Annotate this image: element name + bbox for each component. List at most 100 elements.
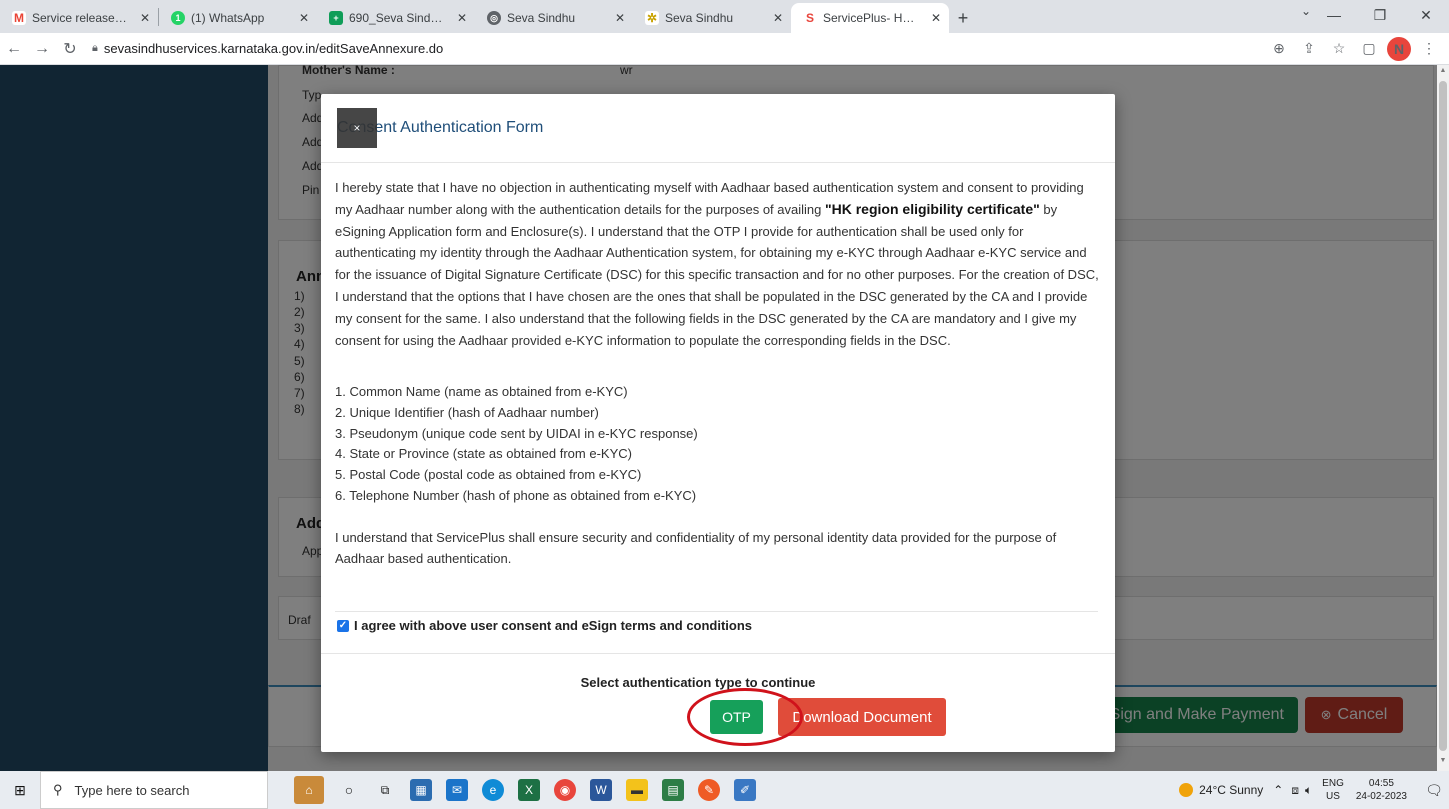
gmail-icon: M [12,11,26,25]
browser-tab-whatsapp[interactable]: 1 (1) WhatsApp ✕ [159,3,317,33]
windows-start-icon[interactable]: ⊞ [0,771,40,809]
word-icon[interactable]: W [590,779,612,801]
language-indicator[interactable]: ENG US [1322,777,1344,803]
clock-date: 24-02-2023 [1355,791,1407,802]
snip-icon[interactable]: ✎ [698,779,720,801]
sheets-icon: + [329,11,343,25]
tray-chevron-icon[interactable]: ⌃ [1273,783,1283,797]
taskbar-clock[interactable]: 04:55 24-02-2023 [1356,777,1407,803]
window-controls: — ❐ ✕ [1311,0,1449,30]
browser-tab-bar: M Service released for testing - ✕ 1 (1)… [0,0,1449,33]
browser-tab-seva-sindhu-2[interactable]: ✲ Seva Sindhu ✕ [633,3,791,33]
network-icon[interactable]: ⧈ [1291,783,1299,798]
chevron-down-icon[interactable]: ⌄ [1301,4,1311,18]
consent-paragraph: I hereby state that I have no objection … [335,177,1099,351]
volume-icon[interactable]: 🔈︎ [1305,783,1312,798]
more-menu-icon[interactable]: ⋮ [1417,37,1441,61]
browser-tab-service-list[interactable]: + 690_Seva Sindhu-Service List ✕ [317,3,475,33]
close-window-icon[interactable]: ✕ [1403,0,1449,30]
lang-top: ENG [1322,778,1344,789]
list-item: 3. Pseudonym (unique code sent by UIDAI … [335,425,698,441]
download-document-button[interactable]: Download Document [778,698,946,736]
restore-icon[interactable]: ❐ [1357,0,1403,30]
tab-title: Seva Sindhu [507,11,576,25]
consent-service-name: "HK region eligibility certificate" [824,200,1040,217]
pen-app-icon[interactable]: ✐ [734,779,756,801]
excel-icon[interactable]: X [518,779,540,801]
list-item: 6. Telephone Number (hash of phone as ob… [335,487,697,503]
tab-title: Service released for testing - [32,11,130,25]
scroll-down-icon[interactable]: ▼ [1439,757,1447,769]
weather-text[interactable]: 24°C Sunny [1199,783,1263,797]
close-icon[interactable]: ✕ [931,11,941,25]
divider [335,611,1098,612]
search-icon: ⚲ [53,782,63,797]
agree-checkbox[interactable]: ✓ [337,619,349,632]
otp-highlight-annotation [687,688,803,746]
new-tab-button[interactable]: + [949,3,977,33]
close-button[interactable]: × [337,108,377,148]
whatsapp-icon: 1 [171,11,185,25]
system-tray: 24°C Sunny ⌃ ⧈ 🔈︎ ENG US 04:55 24-02-202… [1179,771,1449,809]
close-icon[interactable]: ✕ [457,11,467,25]
taskbar-search-input[interactable]: ⚲ Type here to search [40,771,268,809]
close-icon[interactable]: ✕ [140,11,150,25]
close-icon[interactable]: ✕ [615,11,625,25]
cortana-icon[interactable]: ○ [338,779,360,801]
bookmark-star-icon[interactable]: ☆ [1327,37,1351,61]
search-placeholder: Type here to search [74,782,190,798]
list-item: 4. State or Province (state as obtained … [335,446,632,462]
list-item: 2. Unique Identifier (hash of Aadhaar nu… [335,405,599,421]
address-bar[interactable]: 🔒︎ sevasindhuservices.karnataka.gov.in/e… [92,36,1259,62]
agree-consent-row[interactable]: ✓ I agree with above user consent and eS… [337,618,752,633]
back-icon[interactable]: ← [0,35,28,63]
profile-avatar[interactable]: N [1387,36,1411,61]
zoom-icon[interactable]: ⊕ [1267,37,1291,61]
list-item: 1. Common Name (name as obtained from e-… [335,384,628,400]
reload-icon[interactable]: ↻ [56,35,84,63]
auth-type-prompt: Select authentication type to continue [580,675,816,690]
url-text: sevasindhuservices.karnataka.gov.in/edit… [103,41,444,56]
notification-icon[interactable]: 🗨︎ [1419,782,1449,799]
mail-icon[interactable]: ✉ [446,779,468,801]
temple-widget-icon[interactable]: ⌂ [294,776,324,804]
network-app-icon[interactable]: ▤ [662,779,684,801]
file-explorer-icon[interactable]: ▬ [626,779,648,801]
list-item: 5. Postal Code (postal code as obtained … [335,467,642,483]
tab-title: ServicePlus- HK region eligib [823,11,921,25]
tab-title: (1) WhatsApp [191,11,265,25]
browser-tab-seva-sindhu-1[interactable]: ◎ Seva Sindhu ✕ [475,3,633,33]
taskbar-apps: ⌂ ○ ⧉ ▦ ✉ e X ◉ W ▬ ▤ ✎ ✐ [294,776,756,804]
download-label: Download Document [792,708,932,726]
scroll-thumb[interactable] [1439,81,1447,751]
browser-tab-serviceplus[interactable]: S ServicePlus- HK region eligib ✕ [791,3,949,33]
lang-bottom: US [1326,791,1340,802]
task-view-icon[interactable]: ⧉ [374,779,396,801]
scroll-up-icon[interactable]: ▲ [1439,67,1447,79]
globe-icon: ◎ [487,11,501,25]
edge-icon[interactable]: e [482,779,504,801]
tab-title: 690_Seva Sindhu-Service List [349,11,447,25]
windows-taskbar: ⊞ ⚲ Type here to search ⌂ ○ ⧉ ▦ ✉ e X ◉ … [0,771,1449,809]
dsc-field-list: 1. Common Name (name as obtained from e-… [335,382,1099,506]
side-panel-icon[interactable]: ▢ [1357,37,1381,61]
modal-header: Consent Authentication Form × [321,94,1115,163]
privacy-paragraph: I understand that ServicePlus shall ensu… [335,529,1057,567]
chrome-icon[interactable]: ◉ [554,779,576,801]
clock-time: 04:55 [1368,778,1394,789]
lock-icon[interactable]: 🔒︎ [92,42,98,55]
toolbar-icons: ⊕ ⇪ ☆ ▢ N ⋮ [1267,36,1441,61]
serviceplus-icon: S [803,11,817,25]
close-icon[interactable]: ✕ [773,11,783,25]
weather-sun-icon [1179,783,1194,797]
browser-tab-gmail[interactable]: M Service released for testing - ✕ [0,3,158,33]
minimize-icon[interactable]: — [1311,0,1357,30]
close-icon[interactable]: ✕ [299,11,309,25]
tab-title: Seva Sindhu [665,11,734,25]
page-scrollbar[interactable]: ▲ ▼ [1437,65,1449,771]
share-icon[interactable]: ⇪ [1297,37,1321,61]
avatar: N [1387,36,1411,61]
forward-icon[interactable]: → [28,35,56,63]
seva-sindhu-icon: ✲ [645,11,659,25]
store-icon[interactable]: ▦ [410,779,432,801]
